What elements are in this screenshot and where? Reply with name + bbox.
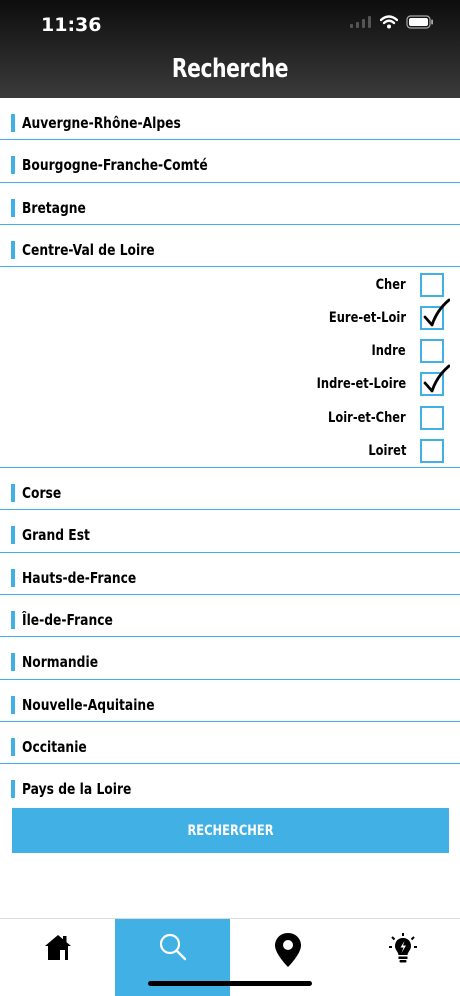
checkmark-icon <box>423 298 450 327</box>
department-checkbox[interactable] <box>420 339 444 364</box>
region-row-centre-val-de-loire[interactable]: Centre-Val de Loire <box>0 225 460 268</box>
department-label: Loir-et-Cher <box>328 410 406 427</box>
department-label: Cher <box>375 277 406 294</box>
region-accent-bar <box>11 568 15 587</box>
map-pin-icon <box>274 933 301 967</box>
region-row-ile-de-france[interactable]: Île-de-France <box>0 595 460 638</box>
region-accent-bar <box>11 526 15 545</box>
battery-icon <box>406 15 434 29</box>
region-row-hauts-de-france[interactable]: Hauts-de-France <box>0 553 460 596</box>
department-checkbox[interactable] <box>420 364 450 397</box>
region-accent-bar <box>11 198 15 217</box>
region-label: Centre-Val de Loire <box>22 240 155 259</box>
checkmark-icon <box>423 364 450 393</box>
region-label: Auvergne-Rhône-Alpes <box>22 114 181 132</box>
lightbulb-icon <box>388 933 417 963</box>
region-label: Bourgogne-Franche-Comté <box>22 156 208 175</box>
region-accent-bar <box>11 484 15 503</box>
region-accent-bar <box>11 653 15 672</box>
department-item-indre-et-loire[interactable]: Indre-et-Loire <box>297 364 450 397</box>
status-icons <box>350 15 434 29</box>
region-row-bretagne[interactable]: Bretagne <box>0 183 460 225</box>
region-accent-bar <box>11 737 15 756</box>
department-label: Indre <box>371 343 406 360</box>
status-time: 11:36 <box>41 14 102 36</box>
region-accent-bar <box>11 114 15 132</box>
region-accent-bar <box>11 695 15 714</box>
region-row-nouvelle-aquitaine[interactable]: Nouvelle-Aquitaine <box>0 680 460 722</box>
region-row-occitanie[interactable]: Occitanie <box>0 722 460 765</box>
region-row-auvergne-rhone-alpes[interactable]: Auvergne-Rhône-Alpes <box>0 98 460 141</box>
department-item-eure-et-loir[interactable]: Eure-et-Loir <box>312 298 450 331</box>
department-label: Indre-et-Loire <box>316 376 406 393</box>
region-label: Bretagne <box>22 198 86 217</box>
region-label: Pays de la Loire <box>22 780 132 799</box>
department-label: Loiret <box>367 443 406 460</box>
region-accent-bar <box>11 156 15 175</box>
region-row-pays-de-la-loire[interactable]: Pays de la Loire <box>0 764 460 806</box>
region-label: Corse <box>22 484 62 503</box>
department-checkbox[interactable] <box>420 406 444 431</box>
department-checkbox[interactable] <box>420 439 444 464</box>
department-checkbox[interactable] <box>420 298 450 331</box>
region-list: Auvergne-Rhône-Alpes Bourgogne-Franche-C… <box>0 98 460 807</box>
department-checkbox[interactable] <box>420 273 444 298</box>
region-row-grand-est[interactable]: Grand Est <box>0 510 460 553</box>
wifi-icon <box>380 15 398 29</box>
region-label: Nouvelle-Aquitaine <box>22 695 155 714</box>
region-label: Île-de-France <box>22 611 113 630</box>
department-item-cher[interactable]: Cher <box>369 273 444 298</box>
tab-home[interactable] <box>0 919 115 996</box>
region-accent-bar <box>11 240 15 259</box>
home-indicator <box>148 981 312 986</box>
region-row-bourgogne-franche-comte[interactable]: Bourgogne-Franche-Comté <box>0 140 460 183</box>
home-icon <box>44 935 71 960</box>
region-accent-bar <box>11 611 15 630</box>
region-accent-bar <box>11 780 15 799</box>
department-item-loiret[interactable]: Loiret <box>360 439 444 464</box>
page-title: Recherche <box>171 54 289 84</box>
department-item-loir-et-cher[interactable]: Loir-et-Cher <box>311 406 444 431</box>
tab-tips[interactable] <box>345 919 460 996</box>
signal-icon <box>350 16 372 28</box>
department-label: Eure-et-Loir <box>328 310 406 327</box>
region-row-corse[interactable]: Corse <box>0 468 460 511</box>
search-button-label: RECHERCHER <box>187 822 274 839</box>
department-list: Cher Eure-et-Loir Indre Indre-et-Loire L… <box>0 267 460 469</box>
department-item-indre[interactable]: Indre <box>364 339 444 364</box>
region-row-normandie[interactable]: Normandie <box>0 637 460 680</box>
region-label: Normandie <box>22 653 99 672</box>
region-label: Occitanie <box>22 737 87 756</box>
region-label: Hauts-de-France <box>22 568 137 587</box>
header: 11:36 Recherche <box>0 0 460 98</box>
search-button[interactable]: RECHERCHER <box>12 808 449 853</box>
search-icon <box>159 933 186 961</box>
region-label: Grand Est <box>22 526 90 545</box>
